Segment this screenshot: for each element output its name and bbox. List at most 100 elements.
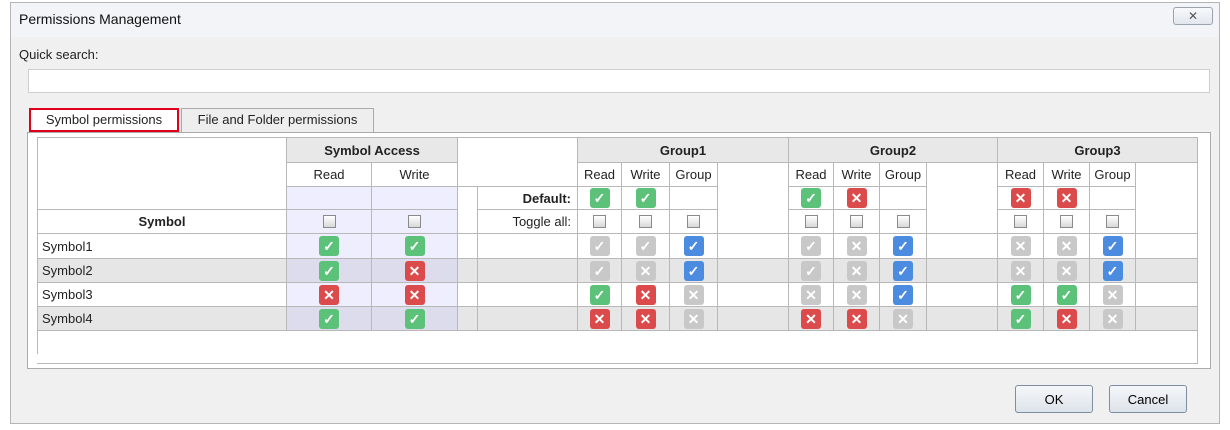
check-green-icon[interactable]: ✓ <box>404 236 425 256</box>
check-gray-icon[interactable]: ✓ <box>801 236 821 256</box>
group-permission-cell[interactable]: ✓ <box>669 233 717 258</box>
toggle-checkbox[interactable] <box>593 215 606 228</box>
toggle-checkbox[interactable] <box>1014 215 1027 228</box>
cross-gray-icon[interactable]: ✕ <box>1010 236 1031 256</box>
cross-gray-icon[interactable]: ✕ <box>683 308 704 329</box>
group-permission-cell[interactable]: ✕ <box>788 306 833 330</box>
group-toggle-cell[interactable] <box>788 209 833 233</box>
group-permission-cell[interactable]: ✓ <box>1043 282 1089 306</box>
check-green-icon[interactable]: ✓ <box>1010 284 1031 305</box>
group-permission-cell[interactable]: ✕ <box>621 258 669 282</box>
group-permission-cell[interactable]: ✕ <box>879 306 926 330</box>
cross-gray-icon[interactable]: ✕ <box>1102 284 1123 305</box>
cross-red-icon[interactable]: ✕ <box>589 308 610 329</box>
group-toggle-cell[interactable] <box>1043 209 1089 233</box>
check-gray-icon[interactable]: ✓ <box>801 260 821 281</box>
group-permission-cell[interactable]: ✕ <box>833 258 879 282</box>
group-default-cell[interactable]: ✓ <box>621 186 669 209</box>
check-green-icon[interactable]: ✓ <box>589 284 610 305</box>
check-green-icon[interactable]: ✓ <box>589 188 610 208</box>
cross-red-icon[interactable]: ✕ <box>801 308 821 329</box>
group-permission-cell[interactable]: ✕ <box>997 233 1043 258</box>
group-permission-cell[interactable]: ✓ <box>577 258 621 282</box>
group-permission-cell[interactable]: ✓ <box>577 233 621 258</box>
group-default-cell[interactable]: ✓ <box>788 186 833 209</box>
group-permission-cell[interactable]: ✕ <box>788 282 833 306</box>
group-toggle-cell[interactable] <box>621 209 669 233</box>
group-permission-cell[interactable]: ✕ <box>1043 233 1089 258</box>
group-permission-cell[interactable]: ✓ <box>669 258 717 282</box>
close-button[interactable]: ✕ <box>1173 7 1213 25</box>
group-permission-cell[interactable]: ✓ <box>621 233 669 258</box>
cross-gray-icon[interactable]: ✕ <box>683 284 704 305</box>
group-permission-cell[interactable]: ✕ <box>997 258 1043 282</box>
group-permission-cell[interactable]: ✕ <box>1043 258 1089 282</box>
check-blue-icon[interactable]: ✓ <box>1102 236 1123 256</box>
cross-gray-icon[interactable]: ✕ <box>635 260 656 281</box>
group-permission-cell[interactable]: ✓ <box>1089 258 1135 282</box>
group-permission-cell[interactable]: ✕ <box>669 282 717 306</box>
symbol-access-toggle[interactable] <box>286 209 371 233</box>
check-blue-icon[interactable]: ✓ <box>893 260 913 281</box>
check-gray-icon[interactable]: ✓ <box>589 260 610 281</box>
cross-red-icon[interactable]: ✕ <box>635 308 656 329</box>
cross-red-icon[interactable]: ✕ <box>1056 188 1077 208</box>
group-default-cell[interactable]: ✕ <box>833 186 879 209</box>
check-green-icon[interactable]: ✓ <box>319 260 339 281</box>
group-permission-cell[interactable]: ✓ <box>788 258 833 282</box>
symbol-access-cell[interactable]: ✓ <box>286 258 371 282</box>
cross-gray-icon[interactable]: ✕ <box>893 308 913 329</box>
cross-gray-icon[interactable]: ✕ <box>1056 260 1077 281</box>
check-green-icon[interactable]: ✓ <box>319 308 339 329</box>
toggle-checkbox[interactable] <box>850 215 863 228</box>
check-gray-icon[interactable]: ✓ <box>635 236 656 256</box>
check-green-icon[interactable]: ✓ <box>635 188 656 208</box>
group-permission-cell[interactable]: ✓ <box>997 306 1043 330</box>
check-green-icon[interactable]: ✓ <box>801 188 821 208</box>
check-blue-icon[interactable]: ✓ <box>683 260 704 281</box>
cross-red-icon[interactable]: ✕ <box>635 284 656 305</box>
group-default-cell[interactable]: ✕ <box>997 186 1043 209</box>
symbol-access-cell[interactable]: ✕ <box>286 282 371 306</box>
group-permission-cell[interactable]: ✕ <box>1089 306 1135 330</box>
group-default-cell[interactable]: ✓ <box>577 186 621 209</box>
symbol-access-cell[interactable]: ✓ <box>286 306 371 330</box>
group-permission-cell[interactable]: ✓ <box>1089 233 1135 258</box>
group-default-cell[interactable]: ✕ <box>1043 186 1089 209</box>
cross-gray-icon[interactable]: ✕ <box>1102 308 1123 329</box>
check-blue-icon[interactable]: ✓ <box>893 284 913 305</box>
toggle-checkbox[interactable] <box>687 215 700 228</box>
group-permission-cell[interactable]: ✕ <box>1043 306 1089 330</box>
check-green-icon[interactable]: ✓ <box>1010 308 1031 329</box>
cross-red-icon[interactable]: ✕ <box>404 284 425 305</box>
cross-red-icon[interactable]: ✕ <box>846 308 867 329</box>
cross-red-icon[interactable]: ✕ <box>1056 308 1077 329</box>
group-permission-cell[interactable]: ✕ <box>621 282 669 306</box>
group-permission-cell[interactable]: ✕ <box>833 306 879 330</box>
toggle-checkbox[interactable] <box>322 215 336 228</box>
symbol-access-cell[interactable]: ✓ <box>286 233 371 258</box>
group-permission-cell[interactable]: ✕ <box>833 233 879 258</box>
group-permission-cell[interactable]: ✓ <box>879 233 926 258</box>
group-permission-cell[interactable]: ✕ <box>1089 282 1135 306</box>
cross-red-icon[interactable]: ✕ <box>319 284 339 305</box>
tab-file-folder-permissions[interactable]: File and Folder permissions <box>181 108 374 132</box>
cross-gray-icon[interactable]: ✕ <box>846 284 867 305</box>
check-blue-icon[interactable]: ✓ <box>1102 260 1123 281</box>
group-toggle-cell[interactable] <box>833 209 879 233</box>
cross-gray-icon[interactable]: ✕ <box>846 260 867 281</box>
symbol-access-cell[interactable]: ✕ <box>371 258 457 282</box>
group-permission-cell[interactable]: ✕ <box>669 306 717 330</box>
check-blue-icon[interactable]: ✓ <box>683 236 704 256</box>
group-toggle-cell[interactable] <box>997 209 1043 233</box>
check-green-icon[interactable]: ✓ <box>319 236 339 256</box>
group-permission-cell[interactable]: ✓ <box>879 258 926 282</box>
quick-search-input[interactable] <box>28 69 1210 93</box>
tab-symbol-permissions[interactable]: Symbol permissions <box>29 108 179 132</box>
check-green-icon[interactable]: ✓ <box>1056 284 1077 305</box>
cross-gray-icon[interactable]: ✕ <box>1010 260 1031 281</box>
group-permission-cell[interactable]: ✓ <box>997 282 1043 306</box>
group-permission-cell[interactable]: ✕ <box>621 306 669 330</box>
cross-gray-icon[interactable]: ✕ <box>801 284 821 305</box>
group-permission-cell[interactable]: ✕ <box>577 306 621 330</box>
